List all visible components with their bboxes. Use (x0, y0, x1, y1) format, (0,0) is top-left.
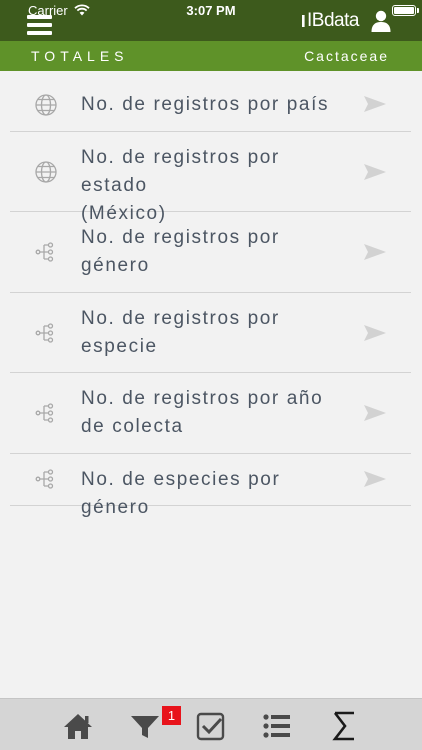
user-icon[interactable] (370, 9, 392, 33)
globe-icon (35, 161, 57, 183)
taxon-family: Cactaceae (304, 48, 389, 64)
list-item-label: No. de especies por género (81, 469, 281, 518)
list-item[interactable]: No. de registros por estado (México) (10, 132, 411, 224)
list-item-label: No. de registros por año de colecta (81, 388, 324, 437)
list-item-label: No. de registros por especie (81, 308, 280, 357)
list-item[interactable]: No. de registros por año de colecta (10, 373, 411, 454)
logo-mark-icon (293, 13, 305, 29)
tree-icon (35, 323, 54, 343)
filter-count-badge: 1 (162, 706, 181, 725)
send-arrow-icon (364, 405, 386, 421)
tree-icon (35, 403, 54, 423)
tree-icon (35, 469, 54, 489)
list-item-label: No. de registros por país (81, 94, 330, 115)
battery-icon (392, 5, 416, 16)
list-item[interactable]: No. de registros por país (10, 71, 411, 132)
battery-nub (417, 8, 419, 13)
checkbox-icon[interactable] (194, 709, 228, 743)
list-item-label: No. de registros por género (81, 227, 280, 276)
logo-text: IBdata (307, 10, 359, 31)
bottom-tab-bar (0, 698, 422, 750)
list-item[interactable]: No. de especies por género (10, 454, 411, 518)
ibdata-logo: IBdata (290, 10, 359, 32)
send-arrow-icon (364, 164, 386, 180)
list-icon[interactable] (260, 709, 294, 743)
list-item[interactable]: No. de registros por especie (10, 293, 411, 373)
send-arrow-icon (364, 471, 386, 487)
totals-list: No. de registros por país No. de registr… (10, 71, 411, 518)
tree-icon (35, 242, 54, 262)
section-title: TOTALES (31, 48, 129, 64)
send-arrow-icon (364, 244, 386, 260)
filter-icon[interactable] (128, 709, 162, 743)
home-icon[interactable] (61, 709, 95, 743)
sigma-icon[interactable] (327, 709, 361, 743)
send-arrow-icon (364, 325, 386, 341)
top-bar: Carrier 3:07 PM IBdata (0, 0, 422, 41)
send-arrow-icon (364, 96, 386, 112)
menu-button[interactable] (27, 14, 52, 36)
list-item[interactable]: No. de registros por género (10, 212, 411, 293)
section-header: TOTALES Cactaceae (0, 41, 422, 71)
globe-icon (35, 94, 57, 116)
